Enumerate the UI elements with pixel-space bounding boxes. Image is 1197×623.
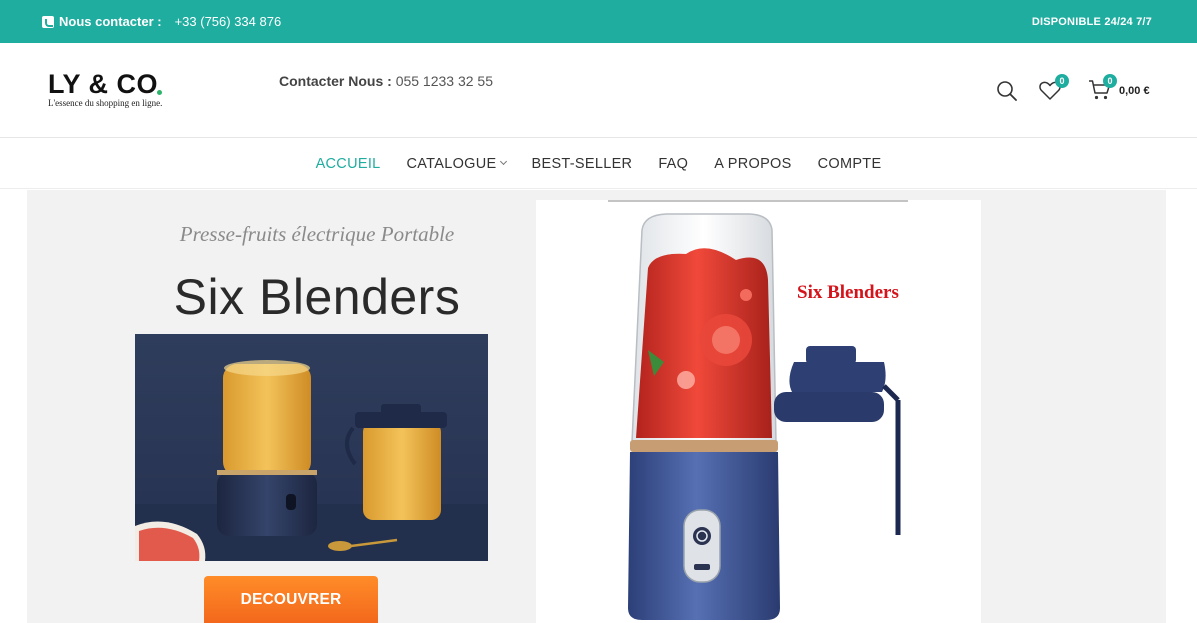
main-nav: ACCUEIL CATALOGUE BEST-SELLER FAQ A PROP… <box>0 139 1197 189</box>
logo-text: LY & CO <box>48 69 159 99</box>
header-contact: Contacter Nous : 055 1233 32 55 <box>279 73 493 89</box>
nav-item-faq[interactable]: FAQ <box>658 156 688 172</box>
nav-label: CATALOGUE <box>406 155 497 172</box>
hero-subtitle: Presse-fruits électrique Portable <box>179 222 455 246</box>
wishlist-button[interactable]: 0 <box>1038 74 1069 103</box>
phone-icon <box>42 15 54 28</box>
hero-product-photo-left <box>135 334 488 561</box>
cart-total[interactable]: 0,00 € <box>1119 85 1150 97</box>
nav-item-a-propos[interactable]: A PROPOS <box>714 156 791 172</box>
top-bar: Nous contacter : +33 (756) 334 876 DISPO… <box>0 0 1197 43</box>
logo-dot <box>157 90 163 95</box>
nav-label: FAQ <box>658 155 689 172</box>
cart-button[interactable]: 0 <box>1088 74 1117 103</box>
logo[interactable]: LY & CO L'essence du shopping en ligne. <box>48 70 188 108</box>
header-contact-phone[interactable]: 055 1233 32 55 <box>396 73 493 89</box>
wishlist-count-badge: 0 <box>1055 74 1069 88</box>
hero-product-photo-right: Six Blenders <box>536 200 981 623</box>
blender-photo <box>135 334 488 561</box>
top-contact-phone[interactable]: +33 (756) 334 876 <box>175 14 282 29</box>
top-contact-label: Nous contacter : <box>59 14 162 29</box>
nav-label: COMPTE <box>817 155 882 172</box>
nav-item-compte[interactable]: COMPTE <box>818 156 882 172</box>
blender-product-photo <box>536 200 981 623</box>
nav-label: A PROPOS <box>714 155 792 172</box>
product-image-label: Six Blenders <box>797 282 899 303</box>
top-contact: Nous contacter : +33 (756) 334 876 <box>42 14 281 29</box>
site-header: LY & CO L'essence du shopping en ligne. … <box>0 43 1197 138</box>
nav-label: BEST-SELLER <box>531 155 633 172</box>
discover-button[interactable]: DECOUVRER <box>204 576 378 623</box>
logo-wordmark: LY & CO <box>48 70 188 98</box>
nav-item-accueil[interactable]: ACCUEIL <box>316 156 381 172</box>
chevron-down-icon <box>499 157 507 166</box>
header-contact-label: Contacter Nous : <box>279 73 392 89</box>
logo-tagline: L'essence du shopping en ligne. <box>48 98 163 108</box>
nav-item-catalogue[interactable]: CATALOGUE <box>406 155 507 172</box>
search-icon <box>997 81 1017 101</box>
hero-banner: Presse-fruits électrique Portable Six Bl… <box>27 190 1166 623</box>
cart-count-badge: 0 <box>1103 74 1117 88</box>
nav-label: ACCUEIL <box>315 155 381 172</box>
search-button[interactable] <box>995 79 1019 103</box>
availability-text: DISPONIBLE 24/24 7/7 <box>1031 16 1152 28</box>
nav-item-best-seller[interactable]: BEST-SELLER <box>532 156 633 172</box>
hero-title: Six Blenders <box>173 269 461 325</box>
